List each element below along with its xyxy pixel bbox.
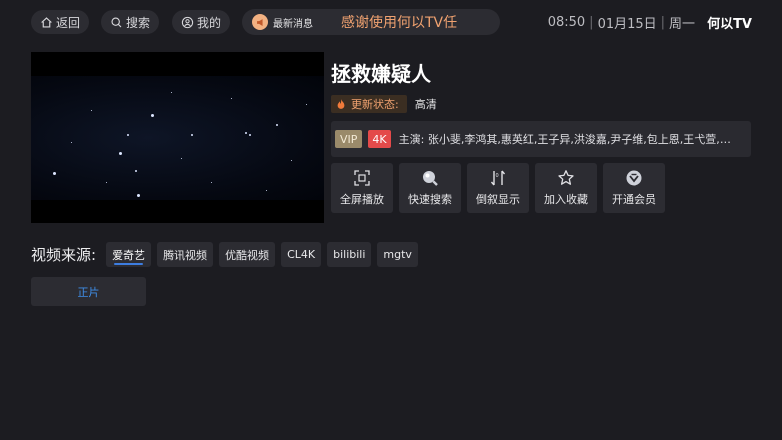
fullscreen-icon [354, 170, 370, 186]
weekday-text: 周一 [669, 17, 696, 32]
search-icon [423, 171, 438, 186]
back-button[interactable]: 返回 [31, 10, 89, 34]
source-mgtv[interactable]: mgtv [377, 242, 418, 267]
home-icon [41, 16, 52, 28]
reverse-order-button[interactable]: 0 倒叙显示 [467, 163, 529, 213]
clock: 08:50 | 01月15日 | 周一 何以TV [548, 13, 752, 32]
divider: | [660, 15, 666, 30]
date-text: 01月15日 [597, 17, 657, 32]
vip-label: 开通会员 [612, 193, 656, 206]
favorite-label: 加入收藏 [544, 193, 588, 206]
vip-icon [626, 170, 642, 186]
vip-tag: VIP [335, 130, 363, 148]
mine-button[interactable]: 我的 [172, 10, 230, 34]
source-youku[interactable]: 优酷视频 [219, 242, 276, 267]
source-iqiyi[interactable]: 爱奇艺 [106, 242, 152, 267]
source-tencent[interactable]: 腾讯视频 [157, 242, 214, 267]
divider: | [589, 15, 594, 30]
search-icon [111, 16, 122, 27]
video-title: 拯救嫌疑人 [331, 62, 431, 86]
time-text: 08:50 [547, 15, 586, 30]
status-row: 更新状态: 高清 [331, 95, 437, 113]
source-cl4k[interactable]: CL4K [281, 242, 322, 267]
source-label: 视频来源: [31, 246, 97, 264]
notice-label: 最新消息 [273, 18, 313, 30]
status-value: 高清 [414, 98, 437, 111]
user-icon [181, 16, 194, 28]
sort-icon: 0 [490, 170, 506, 186]
quick-search-button[interactable]: 快速搜索 [399, 163, 461, 213]
status-badge: 更新状态: [331, 95, 407, 113]
notice-bar[interactable]: 最新消息 感谢使用何以TV任 [242, 9, 500, 35]
brand-name: 何以TV [707, 17, 752, 32]
episode-button[interactable]: 正片 [31, 277, 146, 306]
megaphone-icon [252, 14, 268, 30]
fullscreen-button[interactable]: 全屏播放 [331, 163, 393, 213]
search-button[interactable]: 搜索 [101, 10, 159, 34]
source-row: 视频来源: 爱奇艺 腾讯视频 优酷视频 CL4K bilibili mgtv [31, 242, 424, 267]
cast-text: 主演: 张小斐,李鸿其,惠英红,王子异,洪浚嘉,尹子维,包上恩,王弋萱,汤... [398, 133, 739, 146]
reverse-order-label: 倒叙显示 [476, 193, 520, 206]
search-label: 搜索 [125, 15, 150, 30]
source-bilibili[interactable]: bilibili [327, 242, 372, 267]
fullscreen-label: 全屏播放 [340, 193, 384, 206]
cast-info: VIP 4K 主演: 张小斐,李鸿其,惠英红,王子异,洪浚嘉,尹子维,包上恩,王… [331, 121, 751, 157]
quick-search-label: 快速搜索 [408, 193, 452, 206]
star-icon [558, 170, 574, 185]
back-label: 返回 [55, 15, 80, 30]
notice-text: 感谢使用何以TV任 [341, 15, 458, 31]
action-buttons: 全屏播放 快速搜索 0 倒叙显示 加入收藏 开通会员 [331, 163, 665, 213]
flame-icon [337, 99, 345, 109]
vip-button[interactable]: 开通会员 [603, 163, 665, 213]
video-player[interactable] [31, 52, 324, 223]
status-label: 更新状态: [351, 98, 399, 111]
svg-text:0: 0 [496, 173, 499, 179]
top-bar: 返回 搜索 我的 最新消息 感谢使用何以TV任 08:50 | 01月15日 |… [0, 0, 782, 44]
video-frame [31, 76, 324, 200]
mine-label: 我的 [196, 15, 221, 30]
favorite-button[interactable]: 加入收藏 [535, 163, 597, 213]
4k-tag: 4K [368, 130, 391, 148]
